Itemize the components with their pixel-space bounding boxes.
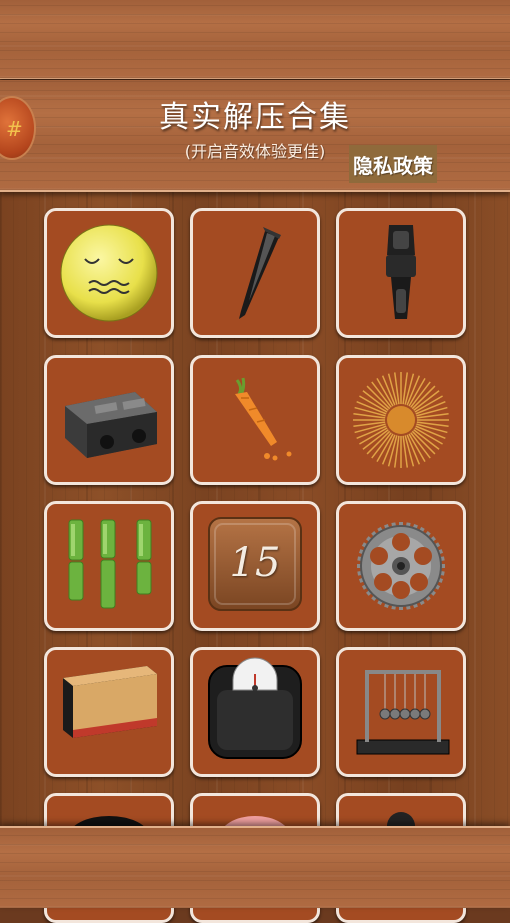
brush-icon [239,227,281,319]
bottom-wood-bar [0,826,510,908]
tile-bamboo[interactable] [44,501,174,631]
number-15-label: 15 [229,540,281,586]
tile-newtons-cradle[interactable] [336,647,466,777]
pencil-sharpener-icon [65,392,157,458]
tile-15-puzzle[interactable]: 15 [190,501,320,631]
tile-brush[interactable] [190,208,320,338]
top-wood-bar [0,0,510,79]
newtons-cradle-icon [356,670,450,755]
tile-sunburst[interactable] [336,355,466,485]
eraser-block-icon [63,666,157,738]
svg-text:#: # [6,117,23,141]
sunburst-icon [353,372,449,468]
tile-face[interactable] [44,208,174,338]
tile-scale[interactable] [190,647,320,777]
tile-carrot[interactable] [190,355,320,485]
page-title: 真实解压合集 [159,100,351,135]
tile-eraser[interactable] [44,647,174,777]
carrot-icon [235,377,292,461]
tile-sharpener[interactable] [44,355,174,485]
weighing-scale-icon [208,657,302,759]
tile-zipper[interactable] [336,208,466,338]
bamboo-icon [68,519,152,609]
privacy-policy-button[interactable]: 隐私政策 [349,145,437,183]
yellow-face-icon [60,224,158,322]
gear-icon [357,522,445,610]
tile-gear[interactable] [336,501,466,631]
zipper-icon [386,225,416,319]
